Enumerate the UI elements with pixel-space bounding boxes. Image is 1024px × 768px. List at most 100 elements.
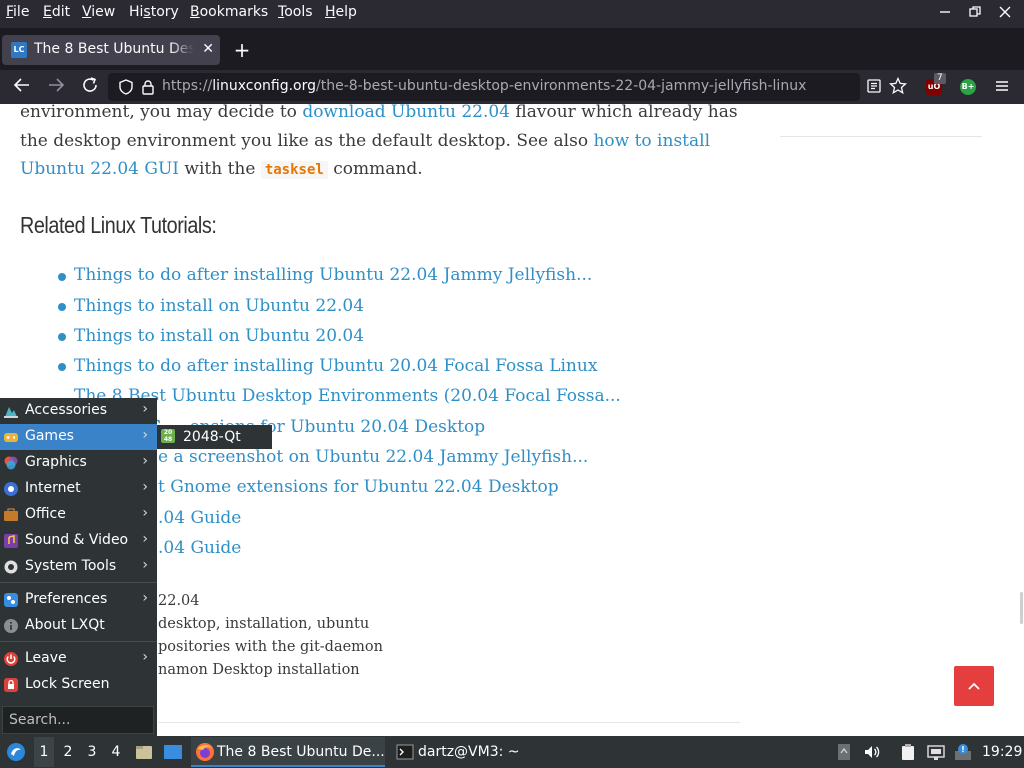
- reload-icon[interactable]: [79, 76, 101, 98]
- lock-icon[interactable]: [140, 79, 156, 99]
- menu-item-system-tools[interactable]: System Tools ›: [0, 554, 157, 580]
- menu-item-label: Office: [25, 506, 66, 522]
- firefox-icon: [195, 742, 215, 766]
- menu-item-office[interactable]: Office ›: [0, 502, 157, 528]
- menu-item-label: Preferences: [25, 591, 108, 607]
- list-bullet: [58, 363, 66, 371]
- minimize-icon[interactable]: [935, 4, 955, 24]
- update-notifier-icon[interactable]: [954, 743, 972, 761]
- related-link[interactable]: e a screenshot on Ubuntu 22.04 Jammy Jel…: [158, 447, 588, 467]
- menu-item-label: Leave: [25, 650, 67, 666]
- clipboard-icon[interactable]: [899, 743, 917, 761]
- next-post-link[interactable]: namon Desktop installation: [158, 662, 360, 678]
- clock[interactable]: 19:29: [982, 744, 1022, 760]
- menu-item-internet[interactable]: Internet ›: [0, 476, 157, 502]
- menu-item-label: System Tools: [25, 558, 117, 574]
- post-category[interactable]: 22.04: [158, 593, 200, 609]
- lock-screen-icon: [3, 677, 19, 693]
- browser-menubar: File Edit View History Bookmarks Tools H…: [0, 0, 1024, 28]
- network-icon[interactable]: [927, 743, 945, 761]
- tray-arrow-icon[interactable]: [835, 743, 853, 761]
- menu-view[interactable]: View: [82, 4, 115, 20]
- url-path: /the-8-best-ubuntu-desktop-environments-…: [316, 78, 807, 94]
- list-bullet: [58, 303, 66, 311]
- menu-tools[interactable]: Tools: [278, 4, 313, 20]
- menu-item-label: 2048-Qt: [183, 429, 241, 445]
- hamburger-menu-icon[interactable]: [994, 78, 1010, 98]
- tracking-protection-icon[interactable]: [118, 79, 134, 99]
- menu-item-label: Games: [25, 428, 74, 444]
- volume-icon[interactable]: [863, 743, 881, 761]
- chevron-right-icon: ›: [142, 649, 148, 665]
- menu-file[interactable]: File: [6, 4, 29, 20]
- menu-item-label: Graphics: [25, 454, 87, 470]
- forward-icon[interactable]: [45, 76, 67, 98]
- menu-edit[interactable]: Edit: [43, 4, 70, 20]
- close-tab-icon[interactable]: ✕: [202, 41, 214, 57]
- menu-item-sound-video[interactable]: Sound & Video ›: [0, 528, 157, 554]
- list-bullet: [58, 333, 66, 341]
- task-firefox[interactable]: The 8 Best Ubuntu De...: [191, 737, 385, 767]
- page-scrollbar[interactable]: [1020, 592, 1023, 624]
- menu-separator: [0, 641, 157, 642]
- related-link[interactable]: .04 Guide: [158, 508, 241, 528]
- close-window-icon[interactable]: [995, 4, 1015, 24]
- leave-icon: [3, 651, 19, 667]
- task-terminal[interactable]: dartz@VM3: ~: [392, 737, 542, 767]
- menu-bookmarks[interactable]: Bookmarks: [190, 4, 268, 20]
- related-link[interactable]: Things to install on Ubuntu 22.04: [74, 296, 364, 316]
- file-manager-icon[interactable]: [134, 742, 154, 766]
- content-divider: [158, 722, 740, 723]
- scroll-to-top-button[interactable]: [954, 666, 994, 706]
- menu-help[interactable]: Help: [325, 4, 357, 20]
- related-link[interactable]: t Gnome extensions for Ubuntu 22.04 Desk…: [158, 477, 559, 497]
- task-label: The 8 Best Ubuntu De...: [217, 744, 385, 760]
- menu-history[interactable]: History: [129, 4, 179, 20]
- browser-tab[interactable]: LC The 8 Best Ubuntu Desktop Environment…: [2, 35, 220, 65]
- tab-title: The 8 Best Ubuntu Desktop Environments: [34, 41, 194, 57]
- menu-item-label: Sound & Video: [25, 532, 129, 548]
- terminal-icon: [396, 743, 414, 765]
- related-link[interactable]: Things to do after installing Ubuntu 22.…: [74, 265, 592, 285]
- lxqt-menu-icon[interactable]: [5, 741, 27, 767]
- menu-search-input[interactable]: Search...: [2, 706, 154, 734]
- menu-item-lock-screen[interactable]: Lock Screen: [0, 672, 157, 698]
- chevron-right-icon: ›: [142, 401, 148, 417]
- menu-item-label: Accessories: [25, 402, 108, 418]
- workspace-1[interactable]: 1: [34, 737, 54, 767]
- post-tags[interactable]: desktop, installation, ubuntu: [158, 616, 369, 632]
- workspace-4[interactable]: 4: [106, 737, 126, 767]
- paragraph-text: with the: [179, 159, 261, 179]
- menu-item-2048-qt[interactable]: 20 48 2048-Qt: [157, 425, 272, 449]
- related-link[interactable]: Things to install on Ubuntu 20.04: [74, 326, 364, 346]
- related-link[interactable]: Things to do after installing Ubuntu 20.…: [74, 356, 597, 376]
- new-tab-icon[interactable]: +: [232, 38, 252, 62]
- games-icon: [3, 429, 19, 445]
- related-link[interactable]: .04 Guide: [158, 538, 241, 558]
- restore-icon[interactable]: [965, 4, 985, 24]
- menu-item-leave[interactable]: Leave ›: [0, 646, 157, 672]
- list-bullet: [58, 273, 66, 281]
- menu-item-preferences[interactable]: Preferences ›: [0, 587, 157, 613]
- menu-item-label: Lock Screen: [25, 676, 110, 692]
- menu-item-about-lxqt[interactable]: About LXQt: [0, 613, 157, 639]
- chevron-right-icon: ›: [142, 479, 148, 495]
- menu-item-graphics[interactable]: Graphics ›: [0, 450, 157, 476]
- privacy-grade-icon[interactable]: B+: [960, 79, 976, 95]
- chevron-right-icon: ›: [142, 453, 148, 469]
- workspace-2[interactable]: 2: [58, 737, 78, 767]
- menu-item-accessories[interactable]: Accessories ›: [0, 398, 157, 424]
- related-tutorials-heading: Related Linux Tutorials:: [20, 212, 217, 238]
- show-desktop-icon[interactable]: [163, 742, 183, 766]
- back-icon[interactable]: [11, 76, 33, 98]
- menu-item-games[interactable]: Games ›: [0, 424, 157, 450]
- download-ubuntu-link[interactable]: download Ubuntu 22.04: [302, 104, 510, 122]
- 2048-qt-icon: 20 48: [161, 429, 175, 443]
- workspace-3[interactable]: 3: [82, 737, 102, 767]
- paragraph-text: environment, you may decide to: [20, 104, 303, 122]
- article-paragraph: environment, you may decide to download …: [20, 104, 740, 185]
- reader-view-icon[interactable]: [866, 78, 882, 98]
- url-text[interactable]: https://linuxconfig.org/the-8-best-ubunt…: [162, 78, 806, 94]
- previous-post-link[interactable]: positories with the git-daemon: [158, 639, 383, 655]
- bookmark-star-icon[interactable]: [888, 76, 908, 99]
